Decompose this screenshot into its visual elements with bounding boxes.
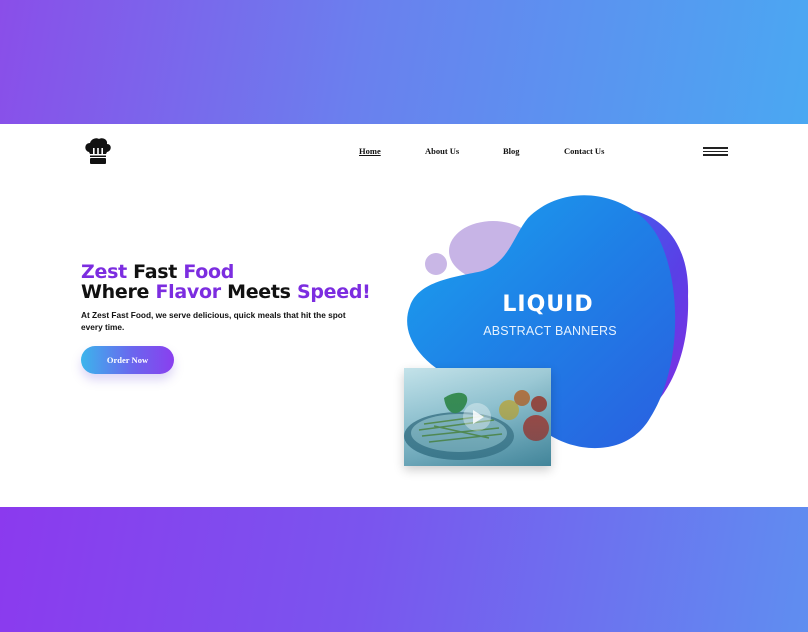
nav-contact-us[interactable]: Contact Us — [564, 146, 604, 156]
headline-word: Fast — [126, 261, 184, 283]
headline-word-accent: Speed! — [296, 281, 371, 303]
hamburger-line — [703, 147, 728, 149]
headline-word-accent: Food — [183, 261, 235, 283]
headline-word-accent: Zest — [81, 261, 127, 283]
food-video-thumbnail[interactable] — [404, 368, 551, 466]
hamburger-line — [703, 154, 728, 156]
hamburger-menu-icon[interactable] — [703, 147, 728, 156]
banner-subtitle: ABSTRACT BANNERS — [483, 324, 617, 338]
nav-blog[interactable]: Blog — [503, 146, 520, 156]
hero-headline: Zest Fast Food Where Flavor Meets Speed! — [81, 262, 381, 302]
headline-word: Where — [81, 281, 156, 303]
decor-bubble-small — [425, 253, 447, 275]
headline-word-accent: Flavor — [155, 281, 221, 303]
hero-subtext: At Zest Fast Food, we serve delicious, q… — [81, 310, 346, 332]
bottom-gradient-band — [0, 507, 808, 632]
headline-line-2: Where Flavor Meets Speed! — [81, 282, 381, 302]
nav-about-us[interactable]: About Us — [425, 146, 459, 156]
nav-home[interactable]: Home — [359, 146, 381, 156]
play-icon — [463, 403, 491, 431]
headline-word: Meets — [220, 281, 297, 303]
banner-title: LIQUID — [502, 292, 594, 317]
main-nav: Home About Us Blog Contact Us — [0, 146, 808, 160]
order-now-button[interactable]: Order Now — [81, 346, 174, 374]
headline-line-1: Zest Fast Food — [81, 262, 381, 282]
top-gradient-band — [0, 0, 808, 124]
hamburger-line — [703, 150, 728, 152]
